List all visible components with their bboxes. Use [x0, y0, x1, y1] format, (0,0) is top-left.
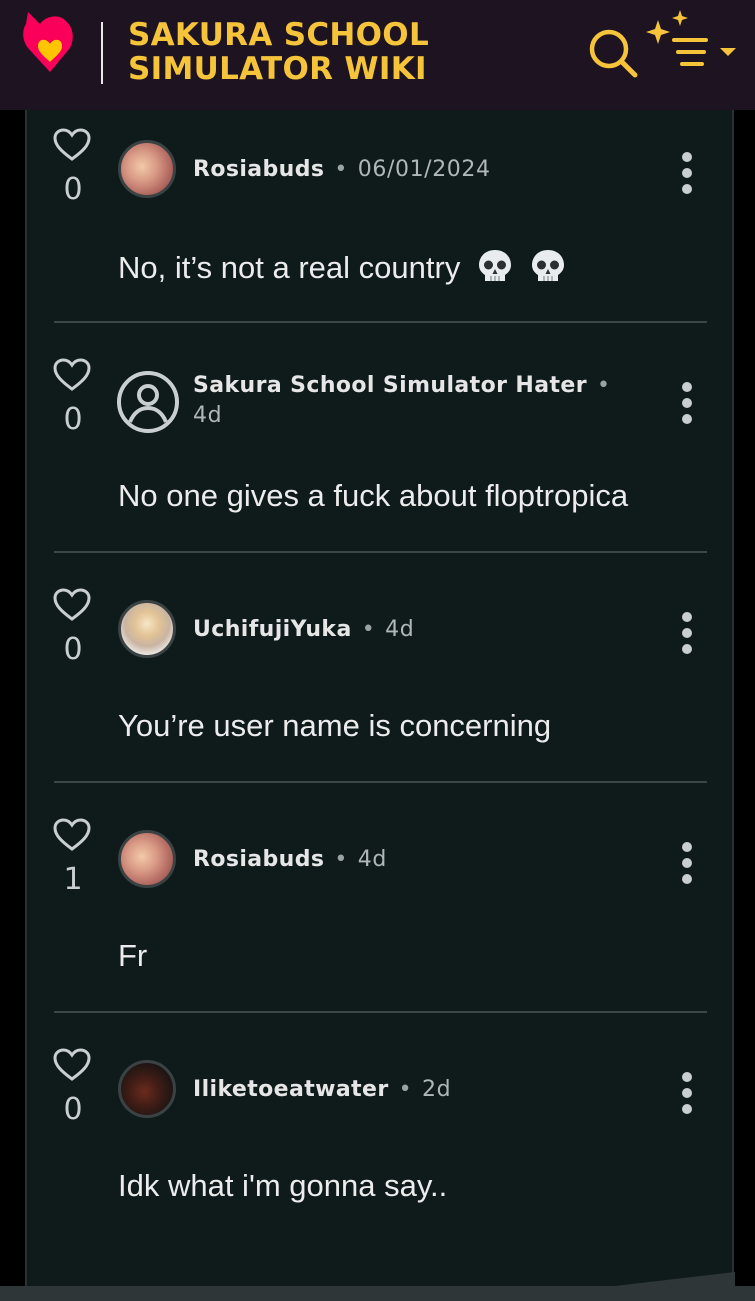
comment-divider [54, 781, 707, 783]
heart-icon[interactable] [53, 358, 91, 392]
header-divider [101, 22, 103, 84]
comment-meta: Iliketoeatwater • 2d [193, 1077, 452, 1102]
more-options-icon[interactable] [679, 152, 695, 194]
comment-item: 0 Sakura School Simulator Hater • 4d No o… [27, 340, 732, 570]
comment-time[interactable]: 2d [422, 1077, 451, 1102]
skull-emoji [478, 250, 511, 281]
comment-item: 0 UchifujiYuka • 4d You’re user name is co… [27, 570, 732, 800]
comment-text: You’re user name is concerning [118, 708, 552, 743]
comment-time[interactable]: 4d [385, 617, 414, 642]
like-count: 0 [63, 402, 83, 437]
like-count: 1 [63, 862, 83, 897]
wiki-title[interactable]: SAKURA SCHOOL SIMULATOR WIKI [128, 18, 429, 86]
default-avatar-icon[interactable] [116, 370, 180, 434]
sparkle-menu-icon[interactable] [644, 8, 744, 72]
heart-icon[interactable] [53, 128, 91, 162]
skull-emoji [531, 250, 564, 281]
wiki-title-line-1: SAKURA SCHOOL [128, 17, 430, 53]
comment-time[interactable]: 06/01/2024 [358, 157, 491, 182]
comment-text: No one gives a fuck about floptropica [118, 478, 629, 513]
comment-divider [54, 1011, 707, 1013]
site-header: SAKURA SCHOOL SIMULATOR WIKI [0, 0, 755, 110]
comment-meta: Sakura School Simulator Hater • [193, 373, 611, 398]
avatar[interactable] [118, 600, 176, 658]
comment-divider [54, 551, 707, 553]
heart-icon[interactable] [53, 1048, 91, 1082]
comment-text: No, it’s not a real country [118, 248, 566, 286]
avatar[interactable] [118, 830, 176, 888]
comment-author[interactable]: Rosiabuds [193, 847, 324, 872]
avatar[interactable] [118, 140, 176, 198]
heart-icon[interactable] [53, 818, 91, 852]
like-count: 0 [63, 1092, 83, 1127]
comment-item: 0 Rosiabuds • 06/01/2024 No, it’s not a re… [27, 110, 732, 340]
comment-text: Fr [118, 938, 148, 973]
more-options-icon[interactable] [679, 382, 695, 424]
comment-meta: UchifujiYuka • 4d [193, 617, 415, 642]
comment-item: 0 Iliketoeatwater • 2d Idk what i'm gonna … [27, 1030, 732, 1260]
comments-panel: 0 Rosiabuds • 06/01/2024 No, it’s not a re… [25, 110, 734, 1288]
comment-author[interactable]: Sakura School Simulator Hater [193, 373, 587, 398]
comment-meta: Rosiabuds • 06/01/2024 [193, 157, 491, 182]
comment-text-content: No, it’s not a real country [118, 250, 461, 285]
comment-time[interactable]: 4d [358, 847, 387, 872]
comment-text: Idk what i'm gonna say.. [118, 1168, 448, 1203]
comment-author[interactable]: Rosiabuds [193, 157, 324, 182]
more-options-icon[interactable] [679, 612, 695, 654]
comment-divider [54, 321, 707, 323]
wiki-title-line-2: SIMULATOR WIKI [128, 51, 427, 87]
comment-time[interactable]: 4d [193, 403, 222, 428]
fandom-heart-logo-icon[interactable] [20, 10, 80, 86]
heart-icon[interactable] [53, 588, 91, 622]
comment-author[interactable]: UchifujiYuka [193, 617, 352, 642]
search-icon[interactable] [586, 26, 640, 80]
more-options-icon[interactable] [679, 1072, 695, 1114]
comment-item: 1 Rosiabuds • 4d Fr [27, 800, 732, 1030]
like-count: 0 [63, 632, 83, 667]
comment-meta: Rosiabuds • 4d [193, 847, 387, 872]
like-count: 0 [63, 172, 83, 207]
bottom-bar [0, 1272, 755, 1301]
more-options-icon[interactable] [679, 842, 695, 884]
comment-author[interactable]: Iliketoeatwater [193, 1077, 389, 1102]
avatar[interactable] [118, 1060, 176, 1118]
